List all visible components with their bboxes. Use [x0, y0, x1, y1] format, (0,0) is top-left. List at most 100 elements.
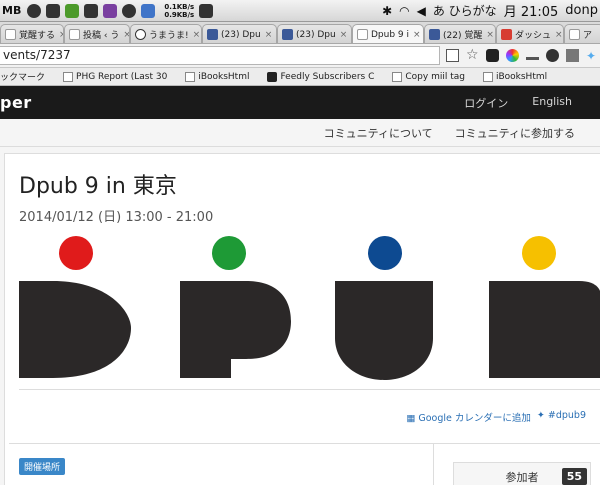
facebook-icon: [429, 29, 440, 40]
dpub-logo-image: [19, 236, 600, 380]
google-calendar-link[interactable]: ▦ Google カレンダーに追加: [406, 410, 531, 424]
user-name[interactable]: donp: [565, 3, 598, 18]
logo-dot-red: [59, 236, 93, 270]
battery-icon[interactable]: [141, 3, 156, 18]
browser-tab[interactable]: ア: [564, 24, 600, 43]
address-bar: vents/7237 ☆ ✦: [0, 44, 600, 68]
logo-dot-yellow: [522, 236, 556, 270]
logo-dot-green: [212, 236, 246, 270]
googleplus-icon: [501, 29, 512, 40]
browser-tab[interactable]: ダッシュ ×: [496, 24, 564, 43]
browser-tab[interactable]: 覚醒する ×: [0, 24, 64, 43]
logo-letter-b: [489, 281, 600, 378]
bookmark-item[interactable]: Copy miil tag: [384, 71, 475, 82]
bookmark-item[interactable]: iBooksHtml: [475, 71, 557, 82]
image-icon[interactable]: [566, 49, 579, 62]
clock[interactable]: 月 21:05: [504, 1, 559, 20]
close-icon[interactable]: ×: [265, 30, 273, 40]
status-icon[interactable]: [27, 3, 42, 18]
color-wheel-icon[interactable]: [506, 49, 519, 62]
dropbox-icon[interactable]: [199, 3, 214, 18]
twitter-icon[interactable]: ✦: [586, 49, 599, 63]
page-icon: [63, 71, 74, 82]
column-divider: [433, 443, 434, 485]
browser-tab[interactable]: 投稿 ‹ う ×: [64, 24, 130, 43]
volume-icon[interactable]: ◀: [417, 4, 426, 18]
clock-icon[interactable]: [546, 49, 559, 62]
site-logo[interactable]: per: [0, 93, 32, 112]
header-nav: ログイン English: [464, 95, 600, 111]
page-icon: [569, 29, 580, 40]
network-speed: 0.1KB/s 0.9KB/s: [164, 2, 195, 19]
join-community-link[interactable]: コミュニティに参加する: [455, 125, 575, 141]
browser-tab[interactable]: うまうま! ×: [130, 24, 202, 43]
browser-tab[interactable]: (22) 覚醒 ×: [424, 24, 496, 43]
close-icon[interactable]: ×: [123, 30, 129, 40]
close-icon[interactable]: ×: [555, 30, 563, 40]
tab-strip: 覚醒する × 投稿 ‹ う × うまうま! × (23) Dpu × (23) …: [0, 22, 600, 44]
browser-tab-active[interactable]: Dpub 9 i ×: [352, 24, 424, 43]
divider: [19, 389, 600, 390]
logo-letter-p: [180, 281, 291, 378]
page-info-icon[interactable]: [446, 49, 459, 62]
page-icon: [357, 29, 368, 40]
event-title: Dpub 9 in 東京: [19, 174, 177, 199]
input-method[interactable]: あ ひらがな: [433, 2, 497, 19]
site-header: per ログイン English: [0, 86, 600, 119]
evernote-icon[interactable]: [65, 3, 80, 18]
community-nav: コミュニティについて コミュニティに参加する: [0, 119, 600, 147]
logo-letter-u: [335, 281, 433, 380]
browser-tab[interactable]: (23) Dpu ×: [277, 24, 352, 43]
bookmark-item[interactable]: Feedly Subscribers C: [259, 71, 384, 82]
page-icon: [392, 71, 403, 82]
bookmark-item[interactable]: PHG Report (Last 30: [55, 71, 177, 82]
page-icon: [69, 29, 80, 40]
wifi-icon[interactable]: ◠: [399, 4, 409, 18]
participants-label: 参加者: [505, 471, 539, 484]
logo-letter-d: [19, 281, 131, 378]
about-community-link[interactable]: コミュニティについて: [324, 125, 433, 141]
extension-icon[interactable]: [526, 52, 539, 60]
event-links: ▦ Google カレンダーに追加 ✦ #dpub9: [406, 410, 586, 424]
toolbar-icons: ☆ ✦: [440, 48, 600, 63]
language-link[interactable]: English: [532, 95, 572, 111]
close-icon[interactable]: ×: [486, 30, 494, 40]
facebook-icon: [207, 29, 218, 40]
browser-tab[interactable]: (23) Dpu ×: [202, 24, 277, 43]
venue-badge: 開催場所: [19, 458, 66, 475]
status-icon[interactable]: [46, 3, 61, 18]
twitter-icon: ✦: [536, 410, 545, 421]
face-icon: [135, 29, 146, 40]
status-icon[interactable]: [84, 3, 99, 18]
login-link[interactable]: ログイン: [464, 95, 508, 111]
logo-dot-blue: [368, 236, 402, 270]
page-icon: [5, 29, 16, 40]
status-icon[interactable]: [122, 3, 137, 18]
participants-count-badge: 55: [561, 468, 587, 485]
menubar-memory-text: MB: [2, 4, 22, 17]
extension-icon[interactable]: [486, 49, 499, 62]
divider: [9, 443, 600, 444]
url-input[interactable]: vents/7237: [0, 46, 440, 65]
event-date: 2014/01/12 (日) 13:00 - 21:00: [19, 210, 214, 225]
feedly-icon: [267, 71, 278, 82]
menu-bar: MB 0.1KB/s 0.9KB/s ✱ ◠ ◀ あ ひらがな 月 21:05 …: [0, 0, 600, 22]
close-icon[interactable]: ×: [193, 30, 201, 40]
bookmark-item[interactable]: iBooksHtml: [177, 71, 259, 82]
calendar-icon: ▦: [406, 413, 416, 424]
menubar-status-icons: 0.1KB/s 0.9KB/s: [21, 2, 214, 19]
bookmark-star-icon[interactable]: ☆: [466, 48, 479, 62]
status-icon[interactable]: [103, 3, 118, 18]
facebook-icon: [282, 29, 293, 40]
bluetooth-icon[interactable]: ✱: [382, 4, 392, 18]
page-icon: [185, 71, 196, 82]
hashtag-link[interactable]: ✦ #dpub9: [537, 410, 586, 424]
menubar-right: ✱ ◠ ◀ あ ひらがな 月 21:05 donp: [382, 1, 600, 20]
participants-button[interactable]: 参加者 55: [453, 462, 591, 485]
main-content: Dpub 9 in 東京 2014/01/12 (日) 13:00 - 21:0…: [0, 147, 600, 485]
page-icon: [482, 71, 493, 82]
bookmarks-bar: ックマーク PHG Report (Last 30 iBooksHtml Fee…: [0, 68, 600, 86]
bookmark-item[interactable]: ックマーク: [0, 70, 55, 83]
close-icon[interactable]: ×: [413, 30, 421, 40]
close-icon[interactable]: ×: [340, 30, 348, 40]
